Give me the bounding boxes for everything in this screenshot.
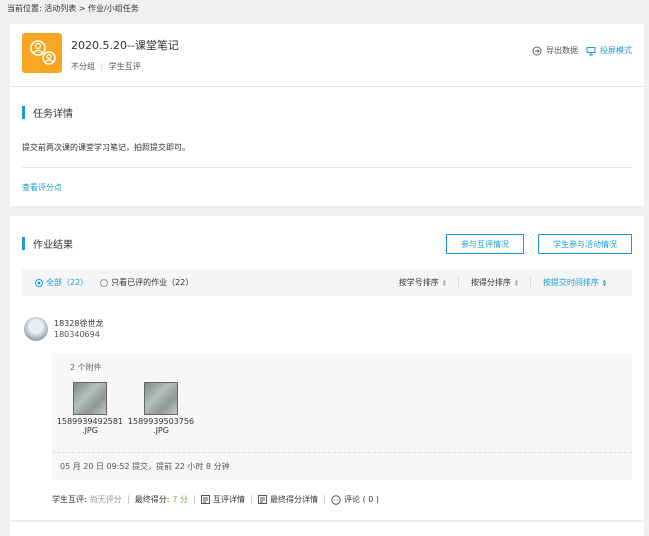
student-avatar — [24, 317, 48, 341]
participation-status-button[interactable]: 学生参与活动情况 — [538, 234, 632, 254]
comment-link[interactable]: 评论 ( 0 ) — [331, 494, 379, 505]
comment-icon — [331, 494, 341, 505]
task-header-card: 2020.5.20--课堂笔记 不分组 | 学生互评 导出数据 投屏模式 — [10, 24, 644, 86]
export-data-button[interactable]: 导出数据 — [532, 45, 578, 56]
sort-arrows-icon: ▲ ▼ — [514, 277, 518, 287]
task-meta: 不分组 | 学生互评 — [71, 61, 141, 72]
filter-all-label: 全部（22） — [46, 278, 89, 287]
image-thumbnail[interactable] — [144, 382, 178, 415]
attachment-ext: .JPG — [153, 426, 169, 435]
meta-separator: | — [100, 62, 104, 71]
projector-icon — [586, 46, 596, 55]
submission-divider — [52, 452, 632, 453]
footer-divider — [194, 495, 196, 504]
sort-by-score[interactable]: 按得分排序 ▲ ▼ — [457, 277, 530, 288]
filter-bar: 全部（22） 只看已评的作业（22） 按学号排序 ▲ ▼ 按得分排序 ▲ ▼ 按提交… — [22, 269, 632, 296]
student-id: 180340694 — [54, 330, 100, 339]
attachment-ext: .JPG — [82, 426, 98, 435]
footer-divider — [251, 495, 253, 504]
review-mode: 学生互评 — [108, 62, 141, 71]
image-thumbnail[interactable] — [73, 382, 107, 415]
header-actions: 导出数据 投屏模式 — [532, 45, 632, 56]
projection-mode-button[interactable]: 投屏模式 — [586, 45, 632, 56]
breadcrumb: 当前位置: 活动列表 > 作业/小组任务 — [7, 4, 139, 13]
view-rubric-link[interactable]: 查看评分点 — [22, 182, 62, 193]
task-details-card: 任务详情 提交前两次课的课堂学习笔记，拍照提交即可。 查看评分点 — [10, 86, 644, 206]
attachment-name: 1589939503756 — [127, 417, 195, 426]
export-icon — [532, 46, 542, 55]
sort-by-time[interactable]: 按提交时间排序 ▲ ▼ — [529, 277, 618, 288]
list-icon — [201, 495, 211, 504]
radio-checked-icon — [35, 278, 43, 287]
sort-arrows-icon: ▲ ▼ — [442, 277, 446, 287]
peer-review-value: 尚无评分 — [89, 495, 122, 504]
sort-options: 按学号排序 ▲ ▼ 按得分排序 ▲ ▼ 按提交时间排序 ▲ ▼ — [387, 277, 618, 288]
projection-mode-label: 投屏模式 — [600, 46, 632, 55]
task-description: 提交前两次课的课堂学习笔记，拍照提交即可。 — [22, 143, 190, 152]
peer-review-label: 学生互评: — [52, 495, 87, 504]
peer-review-status-button[interactable]: 参与互评情况 — [446, 234, 524, 254]
footer-divider — [324, 495, 326, 504]
final-score-detail-link[interactable]: 最终得分详情 — [258, 494, 318, 505]
sort-by-time-label: 按提交时间排序 — [542, 278, 599, 287]
results-heading: 作业结果 — [22, 236, 73, 251]
task-title: 2020.5.20--课堂笔记 — [71, 39, 179, 52]
comment-label: 评论 ( 0 ) — [344, 495, 380, 504]
submission-footer: 学生互评: 尚无评分 最终得分: 7 分 互评详情 最终得分详情 评论 ( 0 … — [52, 494, 379, 505]
peer-detail-label: 互评详情 — [213, 495, 246, 504]
peer-detail-link[interactable]: 互评详情 — [201, 494, 245, 505]
results-card: 作业结果 参与互评情况 学生参与活动情况 全部（22） 只看已评的作业（22） … — [10, 216, 644, 520]
student-name: 18328徐世龙 — [54, 319, 104, 328]
next-card — [10, 522, 644, 536]
task-details-heading: 任务详情 — [22, 105, 73, 120]
group-mode: 不分组 — [71, 62, 95, 71]
final-score-label: 最终得分: — [134, 495, 170, 504]
final-score-detail-label: 最终得分详情 — [270, 495, 319, 504]
sort-by-student-no[interactable]: 按学号排序 ▲ ▼ — [387, 277, 458, 288]
filter-all-radio[interactable]: 全部（22） — [35, 277, 88, 288]
footer-divider — [127, 495, 129, 504]
export-data-label: 导出数据 — [546, 46, 578, 55]
submission-box: 2 个附件 1589939492581 .JPG 1589939503756 .… — [52, 353, 632, 480]
heading-accent-bar — [22, 106, 25, 119]
task-icon — [22, 33, 62, 73]
filter-options: 全部（22） 只看已评的作业（22） — [35, 277, 193, 288]
list-icon — [258, 495, 268, 504]
heading-accent-bar — [22, 237, 25, 250]
submit-time: 05 月 20 日 09:52 提交，提前 22 小时 8 分钟 — [60, 462, 230, 471]
task-details-heading-text: 任务详情 — [33, 109, 73, 120]
details-divider — [22, 167, 632, 168]
final-score-value: 7 分 — [172, 495, 189, 504]
sort-arrows-icon: ▲ ▼ — [602, 277, 606, 287]
sort-by-score-label: 按得分排序 — [470, 278, 511, 287]
attachment-file[interactable]: 1589939503756 .JPG — [125, 382, 197, 435]
sort-by-student-no-label: 按学号排序 — [398, 278, 439, 287]
attachment-count: 2 个附件 — [70, 363, 102, 372]
attachment-file[interactable]: 1589939492581 .JPG — [54, 382, 126, 435]
radio-unchecked-icon — [100, 278, 109, 287]
filter-reviewed-label: 只看已评的作业（22） — [111, 278, 194, 287]
attachment-name: 1589939492581 — [56, 417, 124, 426]
filter-reviewed-radio[interactable]: 只看已评的作业（22） — [100, 277, 193, 288]
results-heading-text: 作业结果 — [33, 240, 73, 251]
